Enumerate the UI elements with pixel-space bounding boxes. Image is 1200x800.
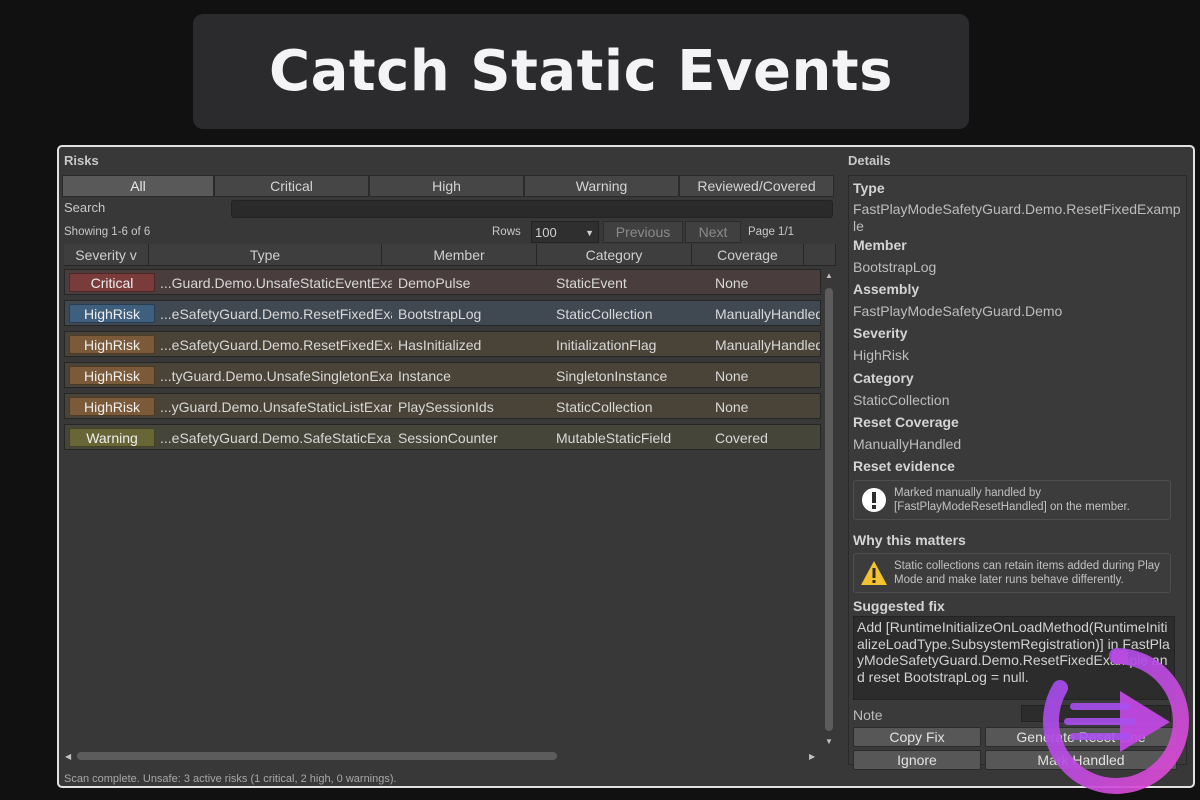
horizontal-scrollbar[interactable] bbox=[77, 752, 557, 760]
table-row[interactable]: HighRisk ...yGuard.Demo.UnsafeStaticList… bbox=[64, 393, 821, 419]
coverage-cell: None bbox=[715, 399, 749, 415]
type-cell: ...Guard.Demo.UnsafeStaticEventExa bbox=[160, 275, 392, 291]
member-cell: SessionCounter bbox=[398, 430, 498, 446]
search-label: Search bbox=[64, 200, 106, 215]
assembly-value: FastPlayModeSafetyGuard.Demo bbox=[853, 303, 1063, 319]
table-row[interactable]: HighRisk ...eSafetyGuard.Demo.ResetFixed… bbox=[64, 300, 821, 326]
coverage-cell: ManuallyHandled bbox=[715, 306, 820, 322]
category-cell: SingletonInstance bbox=[556, 368, 668, 384]
column-header-type[interactable]: Type bbox=[149, 244, 382, 266]
rows-label: Rows bbox=[492, 226, 521, 238]
search-input[interactable] bbox=[231, 200, 833, 218]
ignore-button[interactable]: Ignore bbox=[853, 750, 981, 770]
coverage-cell: ManuallyHandled bbox=[715, 337, 820, 353]
play-logo-icon bbox=[1043, 648, 1189, 794]
showing-count: Showing 1-6 of 6 bbox=[64, 226, 151, 238]
type-cell: ...yGuard.Demo.UnsafeStaticListExan bbox=[160, 399, 392, 415]
note-label: Note bbox=[853, 707, 883, 723]
category-cell: StaticCollection bbox=[556, 399, 653, 415]
type-label: Type bbox=[853, 180, 885, 196]
severity-badge: Warning bbox=[69, 428, 155, 447]
tab-reviewed-covered[interactable]: Reviewed/Covered bbox=[679, 175, 834, 197]
severity-value: HighRisk bbox=[853, 347, 910, 363]
reset-evidence-box: Marked manually handled by [FastPlayMode… bbox=[853, 480, 1171, 520]
previous-button[interactable]: Previous bbox=[603, 221, 683, 243]
title-banner: Catch Static Events bbox=[193, 14, 969, 129]
scroll-up-icon[interactable]: ▲ bbox=[825, 271, 833, 280]
table-row[interactable]: HighRisk ...eSafetyGuard.Demo.ResetFixed… bbox=[64, 331, 821, 357]
column-header-coverage[interactable]: Coverage bbox=[692, 244, 804, 266]
type-cell: ...eSafetyGuard.Demo.SafeStaticExar bbox=[160, 430, 392, 446]
reset-coverage-label: Reset Coverage bbox=[853, 414, 959, 430]
column-header-member[interactable]: Member bbox=[382, 244, 537, 266]
why-matters-box: Static collections can retain items adde… bbox=[853, 553, 1171, 593]
next-button[interactable]: Next bbox=[685, 221, 741, 243]
coverage-cell: None bbox=[715, 368, 749, 384]
caret-down-icon: ▼ bbox=[585, 228, 594, 238]
rows-select[interactable]: 100 ▼ bbox=[531, 221, 599, 243]
scroll-right-icon[interactable]: ▶ bbox=[809, 752, 815, 761]
column-header-extra bbox=[804, 244, 836, 266]
type-cell: ...tyGuard.Demo.UnsafeSingletonExa bbox=[160, 368, 392, 384]
type-cell: ...eSafetyGuard.Demo.ResetFixedExa bbox=[160, 337, 392, 353]
severity-label: Severity bbox=[853, 325, 908, 341]
severity-badge: HighRisk bbox=[69, 397, 155, 416]
warning-icon bbox=[861, 561, 887, 585]
coverage-cell: Covered bbox=[715, 430, 768, 446]
severity-badge: HighRisk bbox=[69, 366, 155, 385]
coverage-cell: None bbox=[715, 275, 749, 291]
copy-fix-button[interactable]: Copy Fix bbox=[853, 727, 981, 747]
member-cell: DemoPulse bbox=[398, 275, 471, 291]
scroll-down-icon[interactable]: ▼ bbox=[825, 737, 833, 746]
type-value: FastPlayModeSafetyGuard.Demo.ResetFixedE… bbox=[853, 201, 1181, 234]
member-cell: HasInitialized bbox=[398, 337, 482, 353]
status-bar: Scan complete. Unsafe: 3 active risks (1… bbox=[64, 773, 397, 785]
category-value: StaticCollection bbox=[853, 392, 950, 408]
info-icon bbox=[862, 488, 886, 512]
tab-warning[interactable]: Warning bbox=[524, 175, 679, 197]
table-row[interactable]: HighRisk ...tyGuard.Demo.UnsafeSingleton… bbox=[64, 362, 821, 388]
member-cell: PlaySessionIds bbox=[398, 399, 494, 415]
suggested-fix-label: Suggested fix bbox=[853, 598, 945, 614]
details-title: Details bbox=[848, 153, 891, 168]
why-matters-text: Static collections can retain items adde… bbox=[894, 560, 1160, 586]
severity-badge: HighRisk bbox=[69, 304, 155, 323]
category-cell: StaticEvent bbox=[556, 275, 627, 291]
risks-title: Risks bbox=[64, 153, 99, 168]
category-cell: InitializationFlag bbox=[556, 337, 657, 353]
member-cell: BootstrapLog bbox=[398, 306, 482, 322]
table-row[interactable]: Critical ...Guard.Demo.UnsafeStaticEvent… bbox=[64, 269, 821, 295]
reset-coverage-value: ManuallyHandled bbox=[853, 436, 962, 452]
banner-title: Catch Static Events bbox=[269, 39, 893, 104]
reset-evidence-label: Reset evidence bbox=[853, 458, 955, 474]
table-row[interactable]: Warning ...eSafetyGuard.Demo.SafeStaticE… bbox=[64, 424, 821, 450]
severity-badge: HighRisk bbox=[69, 335, 155, 354]
type-cell: ...eSafetyGuard.Demo.ResetFixedExa bbox=[160, 306, 392, 322]
tab-critical[interactable]: Critical bbox=[214, 175, 369, 197]
category-label: Category bbox=[853, 370, 914, 386]
editor-window: Risks All Critical High Warning Reviewed… bbox=[57, 145, 1195, 788]
member-value: BootstrapLog bbox=[853, 259, 937, 275]
member-label: Member bbox=[853, 237, 907, 253]
severity-badge: Critical bbox=[69, 273, 155, 292]
tab-all[interactable]: All bbox=[62, 175, 214, 197]
category-cell: StaticCollection bbox=[556, 306, 653, 322]
vertical-scrollbar[interactable] bbox=[825, 288, 833, 731]
rows-select-value: 100 bbox=[535, 224, 557, 240]
member-cell: Instance bbox=[398, 368, 451, 384]
scroll-left-icon[interactable]: ◀ bbox=[65, 752, 71, 761]
assembly-label: Assembly bbox=[853, 281, 920, 297]
tab-high[interactable]: High bbox=[369, 175, 524, 197]
column-header-category[interactable]: Category bbox=[537, 244, 692, 266]
reset-evidence-text: Marked manually handled by [FastPlayMode… bbox=[894, 487, 1130, 513]
category-cell: MutableStaticField bbox=[556, 430, 672, 446]
column-header-severity[interactable]: Severity v bbox=[64, 244, 149, 266]
why-matters-label: Why this matters bbox=[853, 532, 966, 548]
page-indicator: Page 1/1 bbox=[748, 226, 795, 238]
